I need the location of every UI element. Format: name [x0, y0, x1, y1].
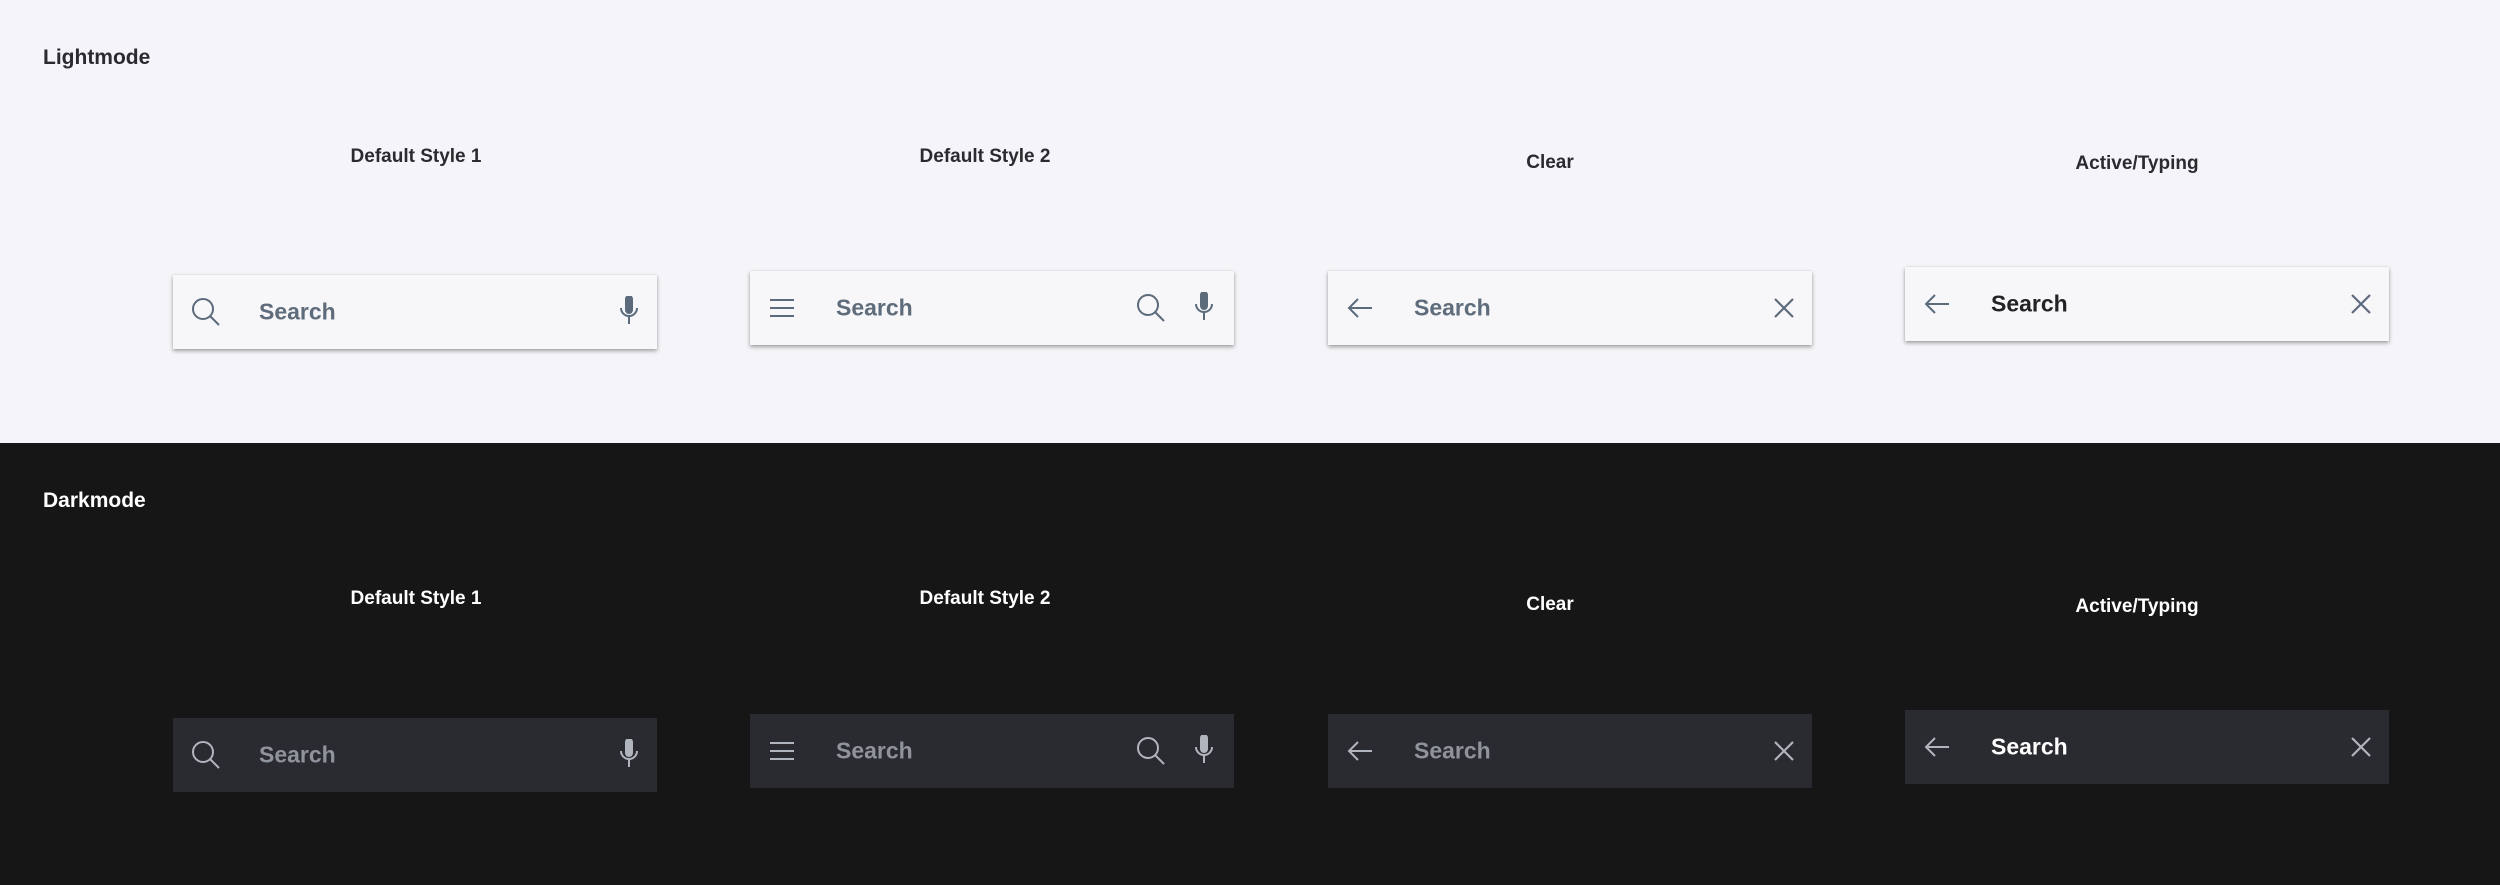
microphone-icon[interactable] — [617, 739, 641, 771]
search-bar-default-style-2[interactable]: Search — [750, 271, 1234, 345]
variant-label-clear: Clear — [1526, 594, 1574, 615]
search-icon[interactable] — [1135, 735, 1167, 767]
search-placeholder[interactable]: Search — [836, 295, 913, 322]
search-placeholder[interactable]: Search — [1414, 738, 1491, 765]
microphone-icon[interactable] — [1192, 735, 1216, 767]
search-placeholder[interactable]: Search — [836, 738, 913, 765]
microphone-icon[interactable] — [617, 296, 641, 328]
search-placeholder[interactable]: Search — [259, 742, 336, 769]
search-icon[interactable] — [190, 296, 222, 328]
menu-icon[interactable] — [769, 740, 795, 762]
variant-label-default-style-2: Default Style 2 — [919, 588, 1051, 609]
arrow-left-icon[interactable] — [1346, 739, 1374, 763]
close-icon[interactable] — [1772, 296, 1796, 320]
variant-label-active-typing: Active/Typing — [2075, 596, 2199, 617]
search-bar-default-style-1[interactable]: Search — [173, 275, 657, 349]
menu-icon[interactable] — [769, 297, 795, 319]
darkmode-section: Darkmode Default Style 1 Default Style 2… — [0, 443, 2500, 885]
search-input-value[interactable]: Search — [1991, 734, 2068, 761]
search-input-value[interactable]: Search — [1991, 291, 2068, 318]
variant-label-default-style-1: Default Style 1 — [350, 146, 482, 167]
variant-label-default-style-2: Default Style 2 — [919, 146, 1051, 167]
section-title-lightmode: Lightmode — [43, 46, 151, 69]
search-bar-default-style-2[interactable]: Search — [750, 714, 1234, 788]
search-placeholder[interactable]: Search — [1414, 295, 1491, 322]
lightmode-section: Lightmode Default Style 1 Default Style … — [0, 0, 2500, 443]
search-bar-active-typing[interactable]: Search — [1905, 710, 2389, 784]
search-icon[interactable] — [190, 739, 222, 771]
microphone-icon[interactable] — [1192, 292, 1216, 324]
arrow-left-icon[interactable] — [1346, 296, 1374, 320]
arrow-left-icon[interactable] — [1923, 292, 1951, 316]
search-bar-default-style-1[interactable]: Search — [173, 718, 657, 792]
section-title-darkmode: Darkmode — [43, 489, 146, 512]
variant-label-active-typing: Active/Typing — [2075, 153, 2199, 174]
variant-label-clear: Clear — [1526, 152, 1574, 173]
search-icon[interactable] — [1135, 292, 1167, 324]
search-placeholder[interactable]: Search — [259, 299, 336, 326]
close-icon[interactable] — [1772, 739, 1796, 763]
close-icon[interactable] — [2349, 735, 2373, 759]
search-bar-active-typing[interactable]: Search — [1905, 267, 2389, 341]
variant-label-default-style-1: Default Style 1 — [350, 588, 482, 609]
search-bar-clear[interactable]: Search — [1328, 714, 1812, 788]
arrow-left-icon[interactable] — [1923, 735, 1951, 759]
close-icon[interactable] — [2349, 292, 2373, 316]
search-bar-clear[interactable]: Search — [1328, 271, 1812, 345]
